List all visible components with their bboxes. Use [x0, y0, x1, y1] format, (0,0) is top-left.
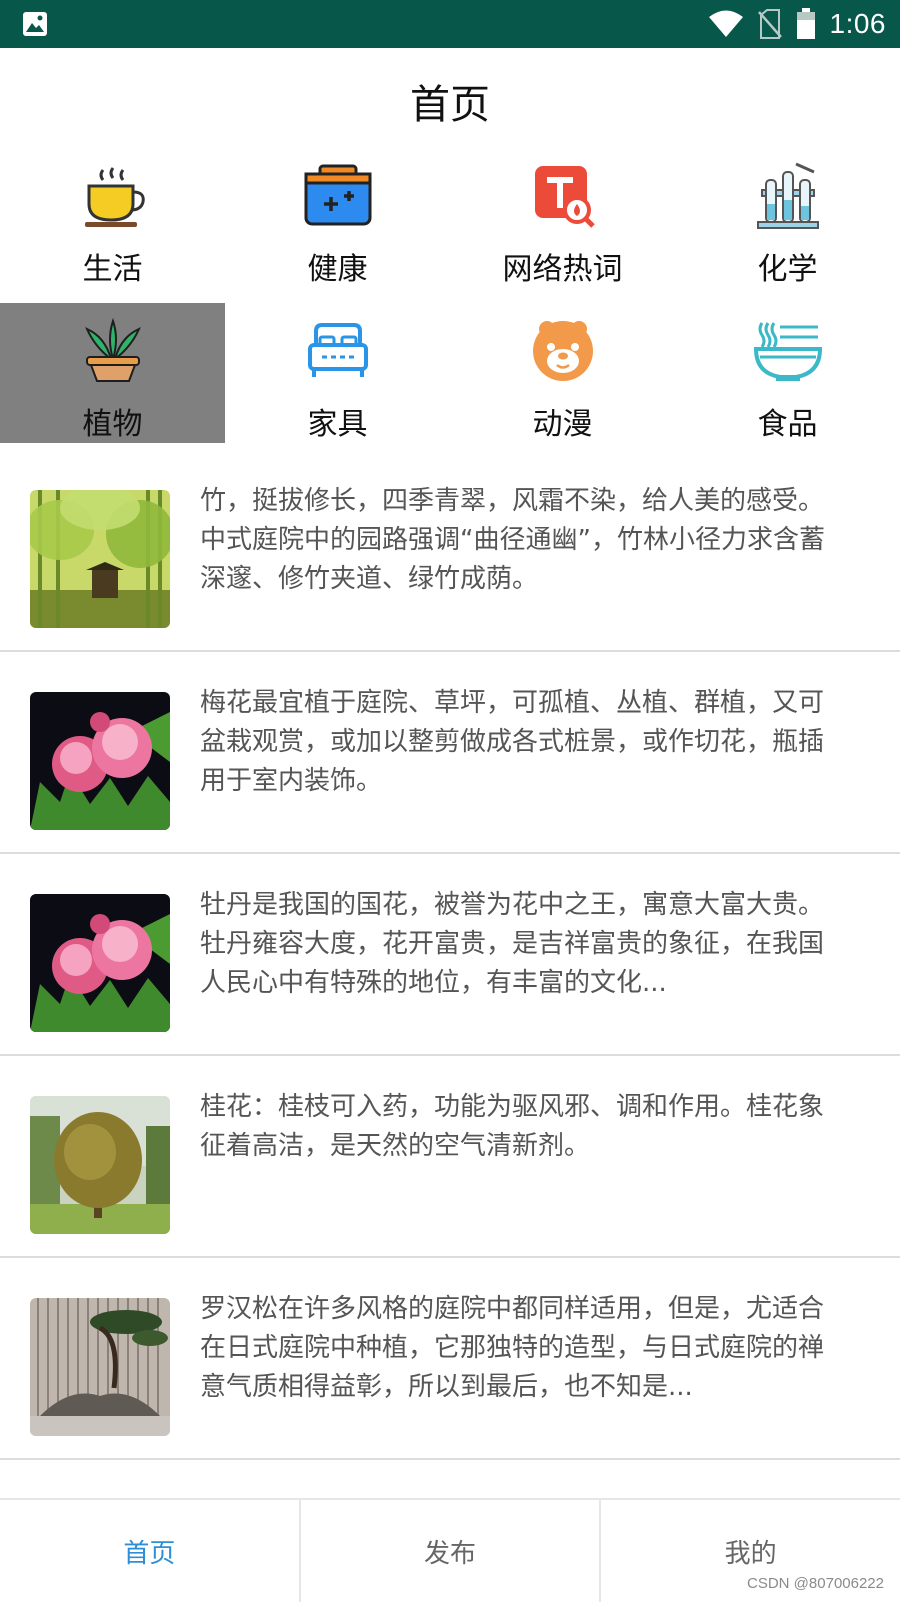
category-label: 健康	[307, 252, 368, 287]
no-sim-icon	[757, 9, 782, 39]
test-tubes-icon	[756, 162, 819, 229]
article-text: 桂花：桂枝可入药，功能为驱风邪、调和作用。桂花象征着高洁，是天然的空气清新剂。	[200, 1092, 825, 1161]
medical-kit-icon	[304, 164, 371, 226]
coffee-cup-icon	[84, 167, 145, 227]
list-item[interactable]: 牡丹是我国的国花，被誉为花中之王，寓意大富大贵。牡丹雍容大度，花开富贵，是吉祥富…	[0, 854, 900, 1056]
category-anime[interactable]: 动漫	[450, 303, 675, 443]
status-time: 1:06	[829, 8, 886, 39]
osmanthus-tree-image	[30, 1096, 170, 1234]
category-life[interactable]: 生活	[0, 148, 225, 288]
category-health[interactable]: 健康	[225, 148, 450, 288]
article-text: 竹，挺拔修长，四季青翠，风霜不染，给人美的感受。中式庭院中的园路强调“曲径通幽”…	[200, 486, 825, 594]
article-text: 梅花最宜植于庭院、草坪，可孤植、丛植、群植，又可盆栽观赏，或加以整剪做成各式桩景…	[200, 688, 825, 796]
wifi-icon	[708, 10, 743, 37]
category-label: 网络热词	[502, 252, 623, 287]
category-chemistry[interactable]: 化学	[675, 148, 900, 288]
tab-publish[interactable]: 发布	[301, 1500, 602, 1602]
category-label: 生活	[82, 252, 143, 287]
category-label: 家具	[307, 407, 368, 442]
noodle-bowl-icon	[753, 322, 822, 381]
category-label: 食品	[757, 407, 818, 442]
page-title: 首页	[410, 82, 490, 128]
image-icon	[23, 12, 47, 36]
pine-rock-garden-image	[30, 1298, 170, 1436]
category-grid: 生活 健康 网络热词 化学 植物 家具 动漫 食品	[0, 148, 900, 450]
pink-flower-image	[30, 692, 170, 830]
category-label: 植物	[82, 407, 143, 442]
list-item[interactable]: 罗汉松在许多风格的庭院中都同样适用，但是，尤适合在日式庭院中种植，它那独特的造型…	[0, 1258, 900, 1460]
category-hot-words[interactable]: 网络热词	[450, 148, 675, 288]
category-plants[interactable]: 植物	[0, 303, 225, 443]
hot-word-search-icon	[534, 166, 595, 228]
bed-icon	[307, 323, 368, 377]
category-label: 动漫	[532, 407, 593, 442]
bear-face-icon	[532, 321, 593, 381]
tab-home[interactable]: 首页	[0, 1500, 301, 1602]
category-food[interactable]: 食品	[675, 303, 900, 443]
bamboo-garden-image	[30, 490, 170, 628]
watermark: CSDN @807006222	[747, 1575, 884, 1592]
article-text: 罗汉松在许多风格的庭院中都同样适用，但是，尤适合在日式庭院中种植，它那独特的造型…	[200, 1294, 825, 1402]
pink-flower-image	[30, 894, 170, 1032]
article-text: 牡丹是我国的国花，被誉为花中之王，寓意大富大贵。牡丹雍容大度，花开富贵，是吉祥富…	[200, 890, 825, 998]
article-list: 竹，挺拔修长，四季青翠，风霜不染，给人美的感受。中式庭院中的园路强调“曲径通幽”…	[0, 450, 900, 1460]
list-item[interactable]: 梅花最宜植于庭院、草坪，可孤植、丛植、群植，又可盆栽观赏，或加以整剪做成各式桩景…	[0, 652, 900, 854]
list-item[interactable]: 竹，挺拔修长，四季青翠，风霜不染，给人美的感受。中式庭院中的园路强调“曲径通幽”…	[0, 450, 900, 652]
potted-plant-icon	[84, 317, 141, 382]
category-label: 化学	[757, 252, 818, 287]
list-item[interactable]: 桂花：桂枝可入药，功能为驱风邪、调和作用。桂花象征着高洁，是天然的空气清新剂。	[0, 1056, 900, 1258]
battery-icon	[796, 8, 815, 39]
category-furniture[interactable]: 家具	[225, 303, 450, 443]
status-bar: 1:06	[0, 0, 900, 48]
